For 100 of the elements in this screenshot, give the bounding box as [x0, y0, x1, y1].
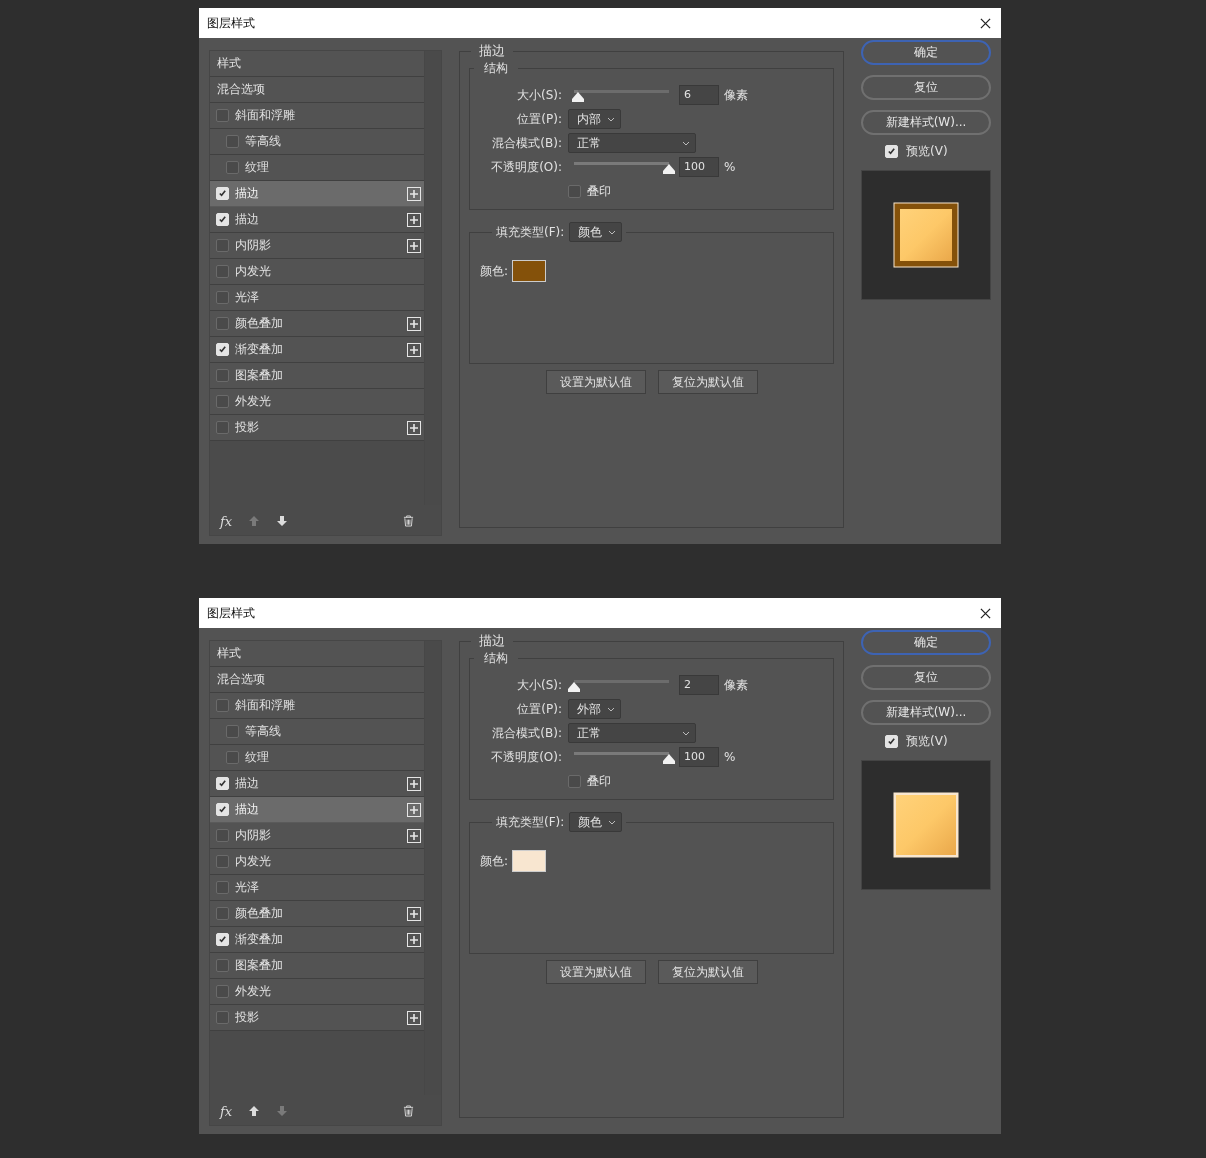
- checkbox[interactable]: [226, 751, 239, 764]
- effect-list-item[interactable]: 描边: [210, 771, 424, 797]
- effect-list-item[interactable]: 图案叠加: [210, 953, 424, 979]
- color-swatch[interactable]: [512, 850, 547, 872]
- effect-list-item[interactable]: 颜色叠加: [210, 311, 424, 337]
- effect-list-item[interactable]: 外发光: [210, 389, 424, 415]
- checkbox[interactable]: [216, 265, 229, 278]
- fill-type-dropdown[interactable]: 颜色: [569, 222, 623, 242]
- effect-list-item[interactable]: 描边: [210, 207, 424, 233]
- effect-list-item[interactable]: 等高线: [210, 129, 424, 155]
- move-down-icon[interactable]: [276, 515, 289, 527]
- effect-list-item[interactable]: 颜色叠加: [210, 901, 424, 927]
- effect-list-item[interactable]: 斜面和浮雕: [210, 103, 424, 129]
- add-icon[interactable]: [407, 906, 421, 921]
- fill-type-dropdown[interactable]: 颜色: [569, 812, 623, 832]
- effect-list-item[interactable]: 等高线: [210, 719, 424, 745]
- add-icon[interactable]: [407, 316, 421, 331]
- checkbox[interactable]: [216, 291, 229, 304]
- close-icon[interactable]: [980, 17, 991, 29]
- checkbox[interactable]: [216, 959, 229, 972]
- color-swatch[interactable]: [512, 260, 547, 282]
- dialog-button[interactable]: 复位: [861, 75, 991, 100]
- effect-list-item[interactable]: 内发光: [210, 259, 424, 285]
- add-icon[interactable]: [407, 776, 421, 791]
- size-input[interactable]: 6: [679, 85, 719, 105]
- slider-thumb[interactable]: [663, 164, 675, 174]
- position-dropdown[interactable]: 外部: [568, 699, 621, 719]
- add-icon[interactable]: [407, 932, 421, 947]
- effect-list-item[interactable]: 光泽: [210, 875, 424, 901]
- move-up-icon[interactable]: [248, 1105, 261, 1117]
- close-icon[interactable]: [980, 607, 991, 619]
- dialog-button[interactable]: 新建样式(W)...: [861, 110, 991, 135]
- fx-button[interactable]: fx: [220, 1103, 233, 1119]
- effect-list-item[interactable]: 样式: [210, 641, 424, 667]
- effect-list-item[interactable]: 内阴影: [210, 233, 424, 259]
- blend-mode-dropdown[interactable]: 正常: [568, 133, 696, 153]
- field-label: 位置(P):: [516, 700, 563, 718]
- trash-icon[interactable]: [403, 1105, 414, 1117]
- effect-list-item[interactable]: 外发光: [210, 979, 424, 1005]
- checkbox[interactable]: [216, 317, 229, 330]
- slider-thumb[interactable]: [571, 92, 584, 102]
- trash-icon[interactable]: [403, 515, 414, 527]
- add-icon[interactable]: [407, 238, 421, 253]
- effect-list-item[interactable]: 描边: [210, 181, 424, 207]
- add-icon[interactable]: [407, 828, 421, 843]
- effect-list-item[interactable]: 投影: [210, 415, 424, 441]
- add-icon[interactable]: [407, 186, 421, 201]
- opacity-input[interactable]: 100: [679, 747, 719, 767]
- checkbox[interactable]: [226, 725, 239, 738]
- default-button[interactable]: 设置为默认值: [545, 960, 646, 984]
- position-dropdown[interactable]: 内部: [568, 109, 621, 129]
- add-icon[interactable]: [407, 1010, 421, 1025]
- unit-label: 像素: [724, 86, 748, 104]
- add-icon[interactable]: [407, 212, 421, 227]
- effect-list-item[interactable]: 样式: [210, 51, 424, 77]
- checkbox[interactable]: [216, 907, 229, 920]
- effect-list-item[interactable]: 斜面和浮雕: [210, 693, 424, 719]
- effect-list-item[interactable]: 内阴影: [210, 823, 424, 849]
- effect-list-item[interactable]: 渐变叠加: [210, 337, 424, 363]
- checkbox[interactable]: [226, 135, 239, 148]
- blend-mode-dropdown[interactable]: 正常: [568, 723, 696, 743]
- checkbox[interactable]: [226, 161, 239, 174]
- effect-list-item[interactable]: 光泽: [210, 285, 424, 311]
- checkbox[interactable]: [216, 369, 229, 382]
- dialog-button[interactable]: 新建样式(W)...: [861, 700, 991, 725]
- effect-list-item[interactable]: 纹理: [210, 155, 424, 181]
- dialog-button[interactable]: 确定: [861, 40, 991, 65]
- checkbox[interactable]: [568, 774, 581, 788]
- dialog-button[interactable]: 复位: [861, 665, 991, 690]
- effect-list-item[interactable]: 图案叠加: [210, 363, 424, 389]
- checkbox[interactable]: [216, 881, 229, 894]
- dialog-button[interactable]: 确定: [861, 630, 991, 655]
- checkbox[interactable]: [216, 109, 229, 122]
- effect-list-item[interactable]: 渐变叠加: [210, 927, 424, 953]
- checkbox[interactable]: [216, 855, 229, 868]
- slider-thumb[interactable]: [568, 682, 580, 692]
- effect-list-item[interactable]: 混合选项: [210, 77, 424, 103]
- fx-button[interactable]: fx: [220, 513, 233, 529]
- checkbox[interactable]: [568, 184, 581, 198]
- effect-list-item[interactable]: 描边: [210, 797, 424, 823]
- opacity-input[interactable]: 100: [679, 157, 719, 177]
- slider-thumb[interactable]: [663, 754, 675, 764]
- effect-list-item[interactable]: 投影: [210, 1005, 424, 1031]
- checkbox[interactable]: [216, 421, 229, 434]
- add-icon[interactable]: [407, 802, 421, 817]
- effect-list-item[interactable]: 混合选项: [210, 667, 424, 693]
- add-icon[interactable]: [407, 420, 421, 435]
- default-button[interactable]: 复位为默认值: [657, 960, 758, 984]
- checkbox[interactable]: [216, 1011, 229, 1024]
- checkbox[interactable]: [216, 829, 229, 842]
- default-button[interactable]: 设置为默认值: [545, 370, 646, 394]
- checkbox[interactable]: [216, 239, 229, 252]
- checkbox[interactable]: [216, 395, 229, 408]
- checkbox[interactable]: [216, 699, 229, 712]
- effect-list-item[interactable]: 纹理: [210, 745, 424, 771]
- checkbox[interactable]: [216, 985, 229, 998]
- size-input[interactable]: 2: [679, 675, 719, 695]
- effect-list-item[interactable]: 内发光: [210, 849, 424, 875]
- default-button[interactable]: 复位为默认值: [657, 370, 758, 394]
- add-icon[interactable]: [407, 342, 421, 357]
